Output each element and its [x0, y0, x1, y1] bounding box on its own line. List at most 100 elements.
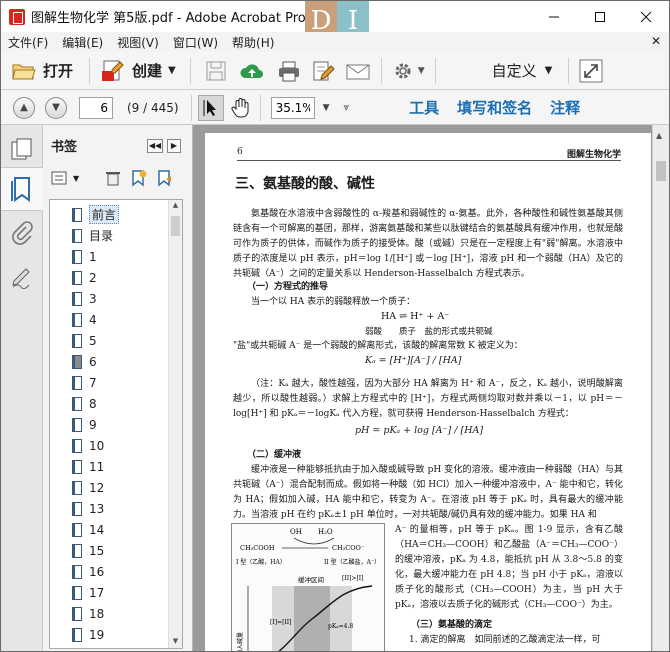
paragraph-conjugate-base: "盐"或共轭碱 A⁻ 是一个弱酸的解离形式，该酸的解离常数 K 被定义为： — [233, 341, 523, 351]
bookmarks-scroll-thumb[interactable] — [171, 216, 180, 236]
bookmark-page-icon — [72, 522, 82, 537]
bookmark-item[interactable]: 3 — [50, 288, 168, 309]
bookmark-page-icon — [72, 501, 82, 516]
gear-icon[interactable] — [392, 60, 414, 82]
fig-yaxis-label: 加入碱量 — [236, 632, 244, 652]
zoom-dropdown-icon[interactable]: ▼ — [323, 103, 330, 113]
bookmark-label: 前言 — [89, 205, 120, 224]
minimize-button[interactable] — [531, 1, 577, 32]
menu-close-icon[interactable]: ✕ — [651, 34, 661, 48]
select-tool-button[interactable] — [197, 94, 224, 121]
create-dropdown-icon[interactable]: ▼ — [168, 65, 176, 76]
new-bookmark-icon[interactable] — [129, 169, 147, 187]
document-scrollbar[interactable]: ▲ — [652, 125, 669, 651]
page-thumbnails-icon[interactable] — [10, 137, 34, 161]
customize-label: 自定义 — [491, 62, 537, 80]
section-title: 三、氨基酸的酸、碱性 — [235, 176, 375, 192]
bookmark-item[interactable]: 10 — [50, 435, 168, 456]
bookmark-item[interactable]: 11 — [50, 456, 168, 477]
bookmark-item[interactable]: 目录 — [50, 225, 168, 246]
open-button[interactable]: 打开 — [11, 60, 73, 82]
attachment-paperclip-icon[interactable] — [10, 221, 34, 245]
bookmark-options-icon[interactable] — [51, 170, 71, 186]
cloud-upload-icon[interactable] — [239, 60, 265, 82]
zoom-input[interactable] — [270, 96, 315, 119]
open-label: 打开 — [43, 62, 74, 80]
signatures-icon[interactable] — [10, 265, 34, 289]
bookmark-item[interactable]: 前言 — [50, 204, 168, 225]
titration-diagram: OH H₂O CH₃COOH CH₃COO⁻ I 型（乙酸，HA） II 型（乙… — [236, 528, 380, 652]
doc-scroll-up-icon[interactable]: ▲ — [656, 131, 666, 141]
previous-page-button[interactable]: ▲ — [13, 96, 35, 119]
bookmarks-panel: 书签 ◀◀ ▶ ▼ ▲ ▼ 前言 目录 1 2 3 4 5 6 7 8 9 10 11 12 13 14 15 1… — [43, 125, 193, 651]
bookmark-page-icon — [72, 438, 82, 453]
comment-link[interactable]: 注释 — [550, 97, 580, 118]
bookmark-label: 2 — [89, 270, 97, 285]
save-icon[interactable] — [205, 60, 227, 82]
create-label: 创建 — [132, 62, 163, 80]
bookmark-page-icon — [72, 606, 82, 621]
bookmark-item[interactable]: 12 — [50, 477, 168, 498]
menu-file[interactable]: 文件(F) — [1, 34, 55, 51]
bookmark-item[interactable]: 17 — [50, 582, 168, 603]
bookmark-item[interactable]: 16 — [50, 561, 168, 582]
email-icon[interactable] — [345, 60, 371, 82]
bookmark-item[interactable]: 9 — [50, 414, 168, 435]
more-tools-icon[interactable]: ⩔ — [344, 102, 350, 113]
page-number-input[interactable] — [79, 96, 113, 119]
create-button[interactable]: 创建 ▼ — [100, 59, 176, 83]
page-header: 6 图解生物化学 — [237, 147, 621, 161]
scroll-down-icon[interactable]: ▼ — [170, 637, 181, 647]
bookmark-item[interactable]: 13 — [50, 498, 168, 519]
bookmark-item[interactable]: 14 — [50, 519, 168, 540]
edit-document-icon[interactable] — [311, 60, 335, 82]
hand-tool-icon[interactable] — [230, 97, 252, 119]
bookmark-item[interactable]: 6 — [50, 351, 168, 372]
paragraph-intro: 氨基酸在水溶液中含弱酸性的 α-羧基和弱碱性的 α-氨基。此外，各种酸性和碱性氨… — [233, 209, 623, 279]
close-button[interactable] — [623, 1, 669, 32]
paragraph-acetate-buffer: A⁻ 的量相等，pH 等于 pKₐ。图 1-9 显示，含有乙酸（HA＝CH₃—C… — [395, 525, 623, 610]
bookmark-page-icon — [72, 333, 82, 348]
bookmark-item[interactable]: 7 — [50, 372, 168, 393]
bookmark-item[interactable]: 4 — [50, 309, 168, 330]
arrow-up-icon: ▲ — [20, 102, 28, 113]
bookmark-page-icon — [72, 417, 82, 432]
bookmark-item[interactable]: 5 — [50, 330, 168, 351]
next-page-button[interactable]: ▼ — [45, 96, 67, 119]
bookmarks-list: ▲ ▼ 前言 目录 1 2 3 4 5 6 7 8 9 10 11 12 13 14 15 16 17 18 19 — [49, 199, 183, 649]
document-scroll-thumb[interactable] — [656, 161, 666, 181]
menu-window[interactable]: 窗口(W) — [166, 34, 225, 51]
bookmarks-tab[interactable] — [1, 167, 43, 211]
gear-dropdown-icon[interactable]: ▼ — [418, 66, 425, 76]
maximize-button[interactable] — [577, 1, 623, 32]
bookmark-options-dropdown-icon[interactable]: ▼ — [73, 174, 79, 183]
tools-link[interactable]: 工具 — [409, 97, 439, 118]
expand-bookmark-icon[interactable] — [155, 169, 173, 187]
delete-bookmark-icon[interactable] — [105, 170, 121, 186]
bookmark-item[interactable]: 2 — [50, 267, 168, 288]
menu-help[interactable]: 帮助(H) — [225, 34, 281, 51]
menu-view[interactable]: 视图(V) — [110, 34, 166, 51]
menu-edit[interactable]: 编辑(E) — [55, 34, 110, 51]
fill-sign-link[interactable]: 填写和签名 — [457, 97, 532, 118]
panel-forward-icon[interactable]: ▶ — [167, 139, 181, 153]
collapse-panel-icon[interactable]: ◀◀ — [147, 139, 163, 153]
customize-dropdown-icon[interactable]: ▼ — [545, 65, 553, 76]
bookmarks-scrollbar[interactable]: ▲ ▼ — [168, 200, 182, 648]
bookmark-item[interactable]: 8 — [50, 393, 168, 414]
print-icon[interactable] — [277, 60, 301, 82]
customize-button[interactable]: 自定义 ▼ — [492, 60, 553, 81]
bookmark-label: 15 — [89, 543, 105, 558]
equation-labels: 弱酸 质子 盐的形式或共轭碱 — [365, 327, 493, 337]
fig-base-caption: II 型（乙酸盐，A⁻） — [324, 558, 380, 566]
bookmark-label: 4 — [89, 312, 97, 327]
expand-icon[interactable] — [579, 59, 603, 83]
scroll-up-icon[interactable]: ▲ — [170, 201, 181, 211]
bookmark-label: 8 — [89, 396, 97, 411]
bookmark-item[interactable]: 18 — [50, 603, 168, 624]
bookmark-item[interactable]: 1 — [50, 246, 168, 267]
bookmark-page-icon — [72, 270, 82, 285]
bookmark-item[interactable]: 15 — [50, 540, 168, 561]
fig-h2o-label: H₂O — [318, 528, 333, 536]
bookmark-item[interactable]: 19 — [50, 624, 168, 645]
